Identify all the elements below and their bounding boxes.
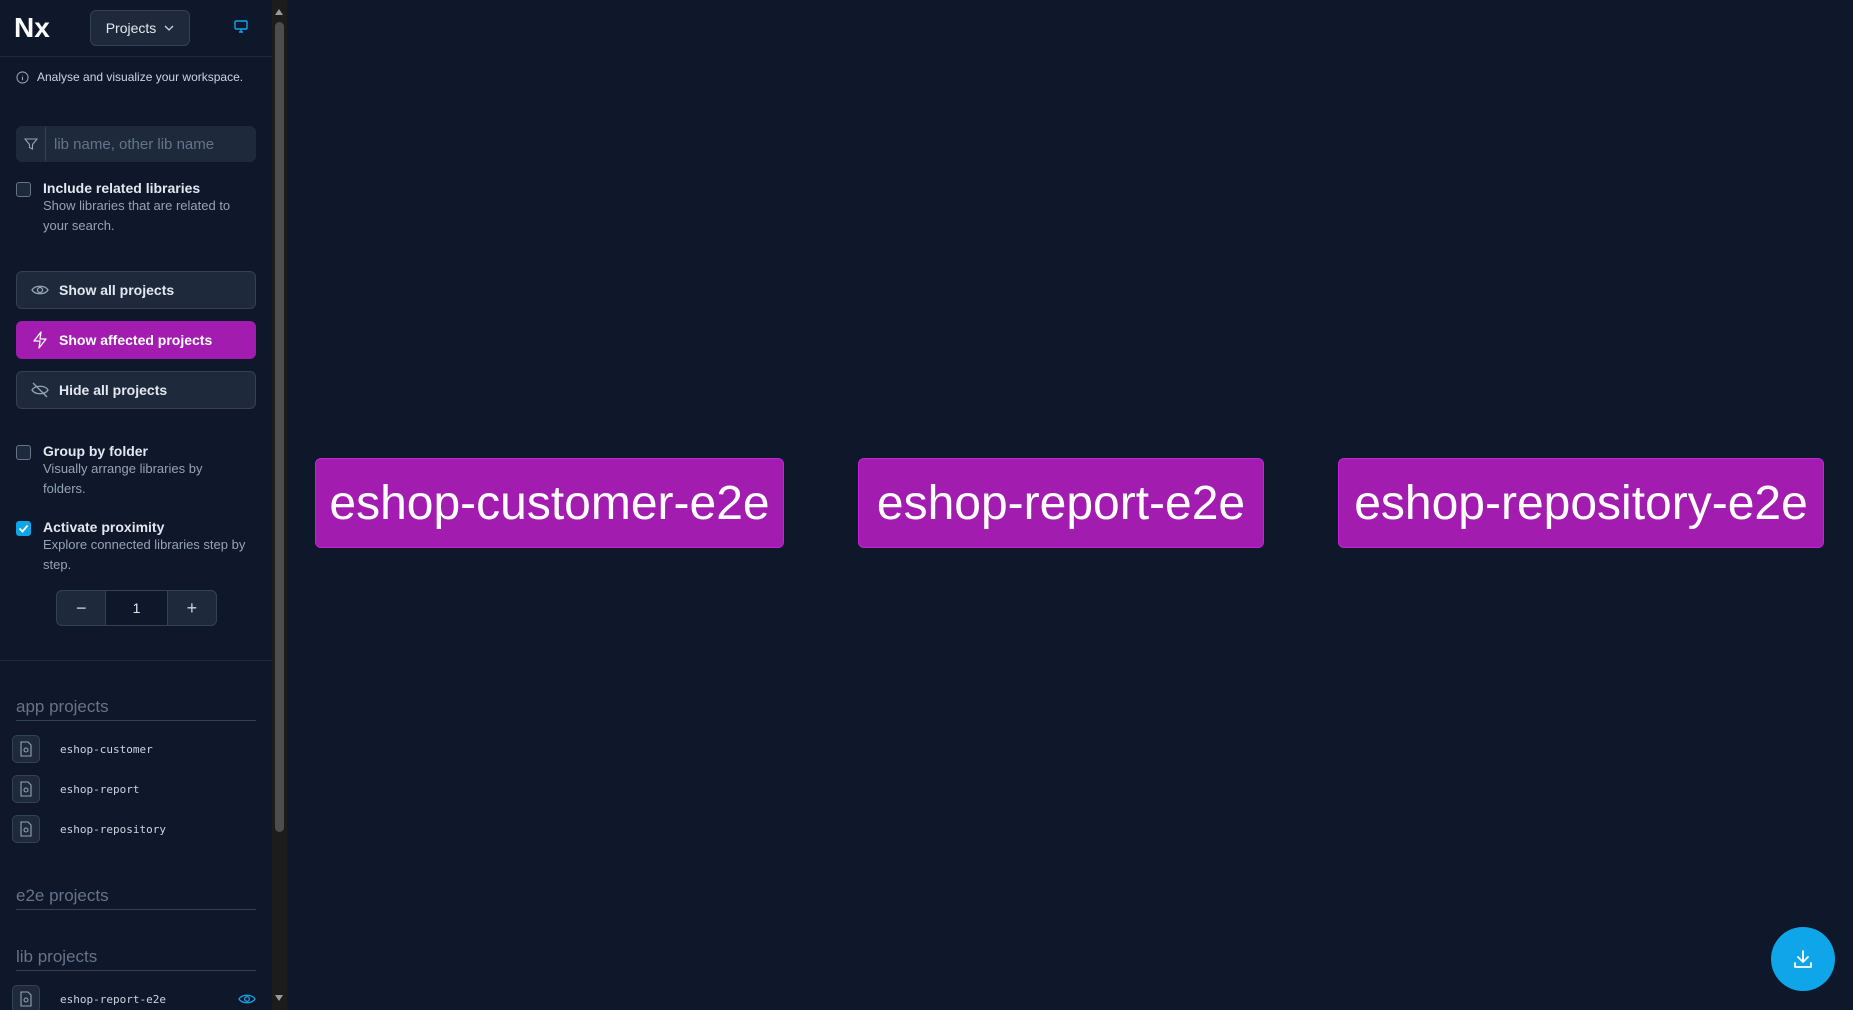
scroll-up-icon[interactable] <box>275 9 283 15</box>
file-icon[interactable] <box>12 775 40 803</box>
group-by-folder-checkbox[interactable] <box>16 445 31 460</box>
monitor-icon[interactable] <box>233 19 249 35</box>
scroll-down-icon[interactable] <box>275 995 283 1001</box>
graph-canvas[interactable]: eshop-customer-e2e eshop-report-e2e esho… <box>287 0 1853 1010</box>
project-name[interactable]: eshop-report <box>60 783 139 796</box>
include-related-option[interactable]: Include related libraries Show libraries… <box>16 180 248 236</box>
list-item[interactable]: eshop-customer <box>12 735 153 763</box>
eye-off-icon <box>31 382 49 398</box>
list-item[interactable]: eshop-repository <box>12 815 166 843</box>
group-title-e2e-projects: e2e projects <box>16 886 256 910</box>
include-related-checkbox[interactable] <box>16 182 31 197</box>
bolt-icon <box>33 331 47 349</box>
group-title-lib-projects: lib projects <box>16 947 256 971</box>
graph-node[interactable]: eshop-repository-e2e <box>1338 458 1824 548</box>
list-item[interactable]: eshop-report <box>12 775 139 803</box>
show-affected-projects-label: Show affected projects <box>59 332 213 348</box>
view-selector-label: Projects <box>105 20 157 36</box>
nx-logo[interactable]: Nx <box>14 12 58 42</box>
info-icon <box>16 70 29 84</box>
chevron-down-icon <box>164 25 174 31</box>
file-icon[interactable] <box>12 735 40 763</box>
project-name[interactable]: eshop-customer <box>60 743 153 756</box>
search-box <box>16 126 256 162</box>
sidebar: Nx Projects Analyse and visualize your w… <box>0 0 273 1010</box>
project-name[interactable]: eshop-repository <box>60 823 166 836</box>
sidebar-scrollbar[interactable] <box>272 0 287 1010</box>
show-all-projects-label: Show all projects <box>59 282 175 298</box>
scroll-thumb[interactable] <box>275 22 284 832</box>
activate-proximity-checkbox[interactable] <box>16 521 31 536</box>
proximity-stepper: − 1 + <box>56 590 217 626</box>
hide-all-projects-label: Hide all projects <box>59 382 168 398</box>
show-all-projects-button[interactable]: Show all projects <box>16 271 256 309</box>
group-by-folder-description: Visually arrange libraries by folders. <box>43 461 203 496</box>
proximity-value: 1 <box>105 591 168 625</box>
search-input[interactable] <box>46 134 255 154</box>
hide-all-projects-button[interactable]: Hide all projects <box>16 371 256 409</box>
decrement-button[interactable]: − <box>57 591 105 625</box>
svg-text:Nx: Nx <box>14 12 50 42</box>
list-item[interactable]: eshop-report-e2e <box>12 985 166 1010</box>
file-icon[interactable] <box>12 985 40 1010</box>
graph-node[interactable]: eshop-report-e2e <box>858 458 1264 548</box>
include-related-title: Include related libraries <box>43 180 201 196</box>
filter-icon <box>17 127 46 161</box>
download-icon <box>1794 950 1812 968</box>
include-related-description: Show libraries that are related to your … <box>43 198 231 233</box>
group-by-folder-title: Group by folder <box>43 443 148 459</box>
activate-proximity-description: Explore connected libraries step by step… <box>43 537 246 572</box>
group-title-app-projects: app projects <box>16 697 256 721</box>
file-icon[interactable] <box>12 815 40 843</box>
activate-proximity-option[interactable]: Activate proximity Explore connected lib… <box>16 519 248 575</box>
eye-icon <box>31 285 49 295</box>
view-selector-button[interactable]: Projects <box>90 10 190 46</box>
project-name[interactable]: eshop-report-e2e <box>60 993 166 1006</box>
group-by-folder-option[interactable]: Group by folder Visually arrange librari… <box>16 443 248 499</box>
sidebar-header: Nx Projects <box>0 0 272 57</box>
info-row: Analyse and visualize your workspace. <box>16 70 243 84</box>
info-text: Analyse and visualize your workspace. <box>37 70 244 84</box>
activate-proximity-title: Activate proximity <box>43 519 165 535</box>
check-icon <box>18 524 29 533</box>
download-button[interactable] <box>1771 927 1835 991</box>
graph-node[interactable]: eshop-customer-e2e <box>315 458 784 548</box>
eye-icon[interactable] <box>238 992 256 1006</box>
divider <box>0 660 272 661</box>
show-affected-projects-button[interactable]: Show affected projects <box>16 321 256 359</box>
increment-button[interactable]: + <box>168 591 216 625</box>
